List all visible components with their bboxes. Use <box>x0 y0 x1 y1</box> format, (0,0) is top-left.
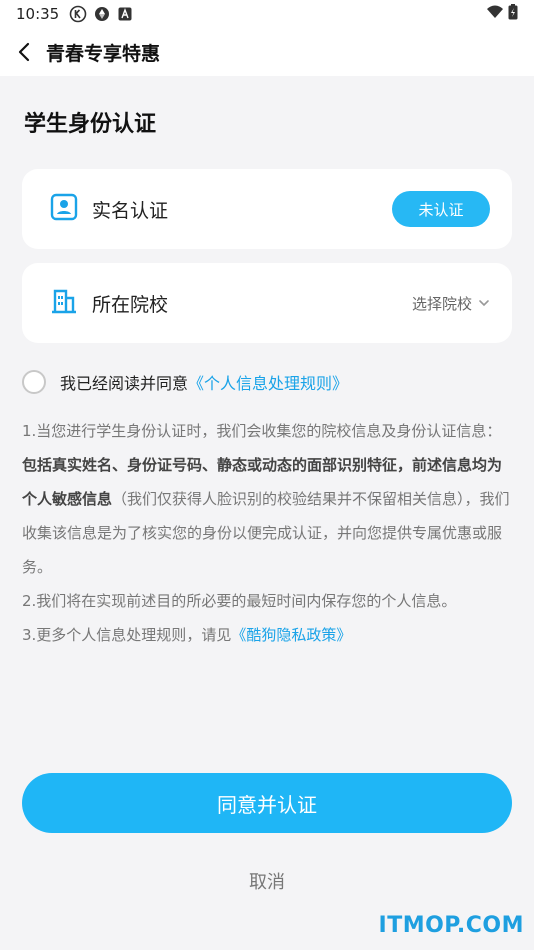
notice-p1-start: 1.当您进行学生身份认证时，我们会收集您的院校信息及身份认证信息： <box>22 422 502 440</box>
privacy-rules-link[interactable]: 《个人信息处理规则》 <box>188 370 348 394</box>
kugou-k-icon <box>69 5 87 23</box>
notice-text: 1.当您进行学生身份认证时，我们会收集您的院校信息及身份认证信息：包括真实姓名、… <box>22 414 514 652</box>
realname-label: 实名认证 <box>92 199 169 222</box>
school-card[interactable]: 所在院校 选择院校 <box>22 263 512 343</box>
wifi-icon <box>486 4 504 24</box>
privacy-policy-link[interactable]: 《酷狗隐私政策》 <box>231 626 351 644</box>
notice-p3-start: 3.更多个人信息处理规则，请见 <box>22 626 232 644</box>
school-label: 所在院校 <box>92 293 169 316</box>
agree-checkbox[interactable] <box>22 370 46 394</box>
realname-card[interactable]: 实名认证 未认证 <box>22 169 512 249</box>
chevron-left-icon <box>18 42 30 62</box>
notice-paragraph-3: 3.更多个人信息处理规则，请见《酷狗隐私政策》 <box>22 618 514 652</box>
notice-paragraph-1: 1.当您进行学生身份认证时，我们会收集您的院校信息及身份认证信息：包括真实姓名、… <box>22 414 514 584</box>
notification-a-icon <box>117 6 133 22</box>
id-card-icon <box>50 193 78 225</box>
select-school-label: 选择院校 <box>411 294 472 313</box>
back-button[interactable] <box>10 34 38 70</box>
status-time: 10:35 <box>16 5 60 23</box>
school-select[interactable]: 选择院校 <box>412 293 490 314</box>
cancel-button[interactable]: 取消 <box>0 868 534 894</box>
app-bar: 青春专享特惠 <box>0 28 534 76</box>
agreement-row: 我已经阅读并同意 《个人信息处理规则》 <box>22 370 348 394</box>
watermark: ITMOP.COM <box>378 913 524 938</box>
section-title: 学生身份认证 <box>24 112 157 137</box>
agree-and-verify-button[interactable]: 同意并认证 <box>22 773 512 833</box>
agreement-text: 我已经阅读并同意 <box>60 374 189 393</box>
building-icon <box>50 287 78 319</box>
sync-icon <box>93 5 111 23</box>
battery-icon <box>508 4 518 24</box>
unverified-badge[interactable]: 未认证 <box>392 191 490 227</box>
status-bar: 10:35 <box>0 0 534 28</box>
chevron-down-icon <box>478 299 490 307</box>
notice-paragraph-2: 2.我们将在实现前述目的所必要的最短时间内保存您的个人信息。 <box>22 592 457 610</box>
page-title: 青春专享特惠 <box>46 42 161 65</box>
